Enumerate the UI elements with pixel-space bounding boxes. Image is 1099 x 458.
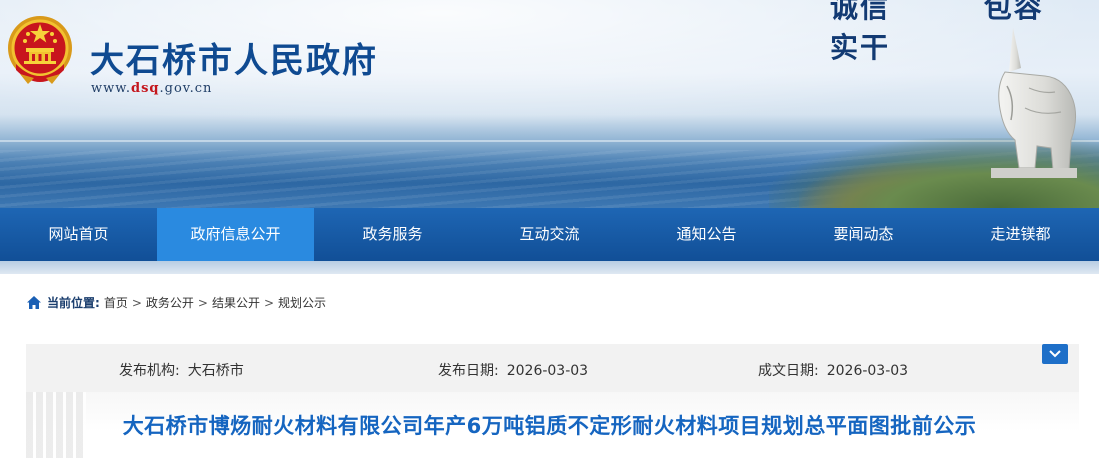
- document-meta: 发布机构: 大石桥市 发布日期: 2026-03-03 成文日期: 2026-03-0…: [26, 344, 1079, 392]
- meta-publish-date-label: 发布日期:: [438, 363, 499, 379]
- document-title: 大石桥市博炀耐火材料有限公司年产6万吨铝质不定形耐火材料项目规划总平面图批前公示: [122, 414, 977, 438]
- breadcrumb-planning[interactable]: 规划公示: [278, 294, 326, 311]
- nav-item-about[interactable]: 走进镁都: [942, 208, 1099, 261]
- site-title[interactable]: 大石桥市人民政府: [90, 33, 378, 82]
- breadcrumb-results[interactable]: 结果公开: [212, 294, 260, 311]
- meta-publisher: 发布机构: 大石桥市: [119, 360, 244, 380]
- header-banner: 大石桥市人民政府 www.dsq.gov.cn 诚信 包容 实干: [0, 0, 1099, 208]
- nav-item-services[interactable]: 政务服务: [314, 208, 471, 261]
- national-emblem-icon: [8, 16, 72, 84]
- breadcrumb: 当前位置: 首页 > 政务公开 > 结果公开 > 规划公示: [26, 294, 326, 311]
- slogan-word-3: 实干: [830, 31, 891, 64]
- meta-written-date-label: 成文日期:: [758, 363, 819, 379]
- nav-item-gov-info[interactable]: 政府信息公开: [157, 208, 314, 261]
- slogan-word-1: 诚信: [830, 0, 891, 24]
- breadcrumb-gov-open[interactable]: 政务公开: [146, 294, 194, 311]
- nav-item-home[interactable]: 网站首页: [0, 208, 157, 261]
- home-icon: [27, 296, 41, 309]
- breadcrumb-separator: >: [131, 295, 142, 310]
- nav-item-interaction[interactable]: 互动交流: [471, 208, 628, 261]
- breadcrumb-label: 当前位置:: [47, 296, 100, 310]
- meta-publish-date-value: 2026-03-03: [506, 363, 589, 379]
- meta-publisher-value: 大石桥市: [187, 363, 244, 379]
- breadcrumb-separator: >: [263, 295, 275, 310]
- url-highlight: dsq: [130, 81, 160, 96]
- main-nav: 网站首页 政府信息公开 政务服务 互动交流 通知公告 要闻动态 走进镁都: [0, 208, 1099, 261]
- breadcrumb-separator: >: [197, 295, 208, 310]
- meta-publish-date: 发布日期: 2026-03-03: [438, 360, 588, 380]
- url-prefix: www.: [91, 81, 131, 96]
- slogan-word-2: 包容: [983, 0, 1044, 24]
- nav-item-news[interactable]: 要闻动态: [785, 208, 942, 261]
- stone-statue-image: [991, 28, 1077, 178]
- meta-written-date: 成文日期: 2026-03-03: [758, 360, 908, 380]
- meta-publisher-label: 发布机构:: [119, 363, 180, 379]
- nav-shadow: [0, 261, 1099, 274]
- breadcrumb-home[interactable]: 首页: [104, 294, 128, 311]
- meta-written-date-value: 2026-03-03: [826, 363, 909, 379]
- url-suffix: .gov.cn: [159, 81, 213, 96]
- expand-button[interactable]: [1042, 344, 1068, 364]
- nav-item-notices[interactable]: 通知公告: [628, 208, 785, 261]
- chevron-down-icon: [1049, 350, 1061, 358]
- site-url[interactable]: www.dsq.gov.cn: [91, 81, 212, 96]
